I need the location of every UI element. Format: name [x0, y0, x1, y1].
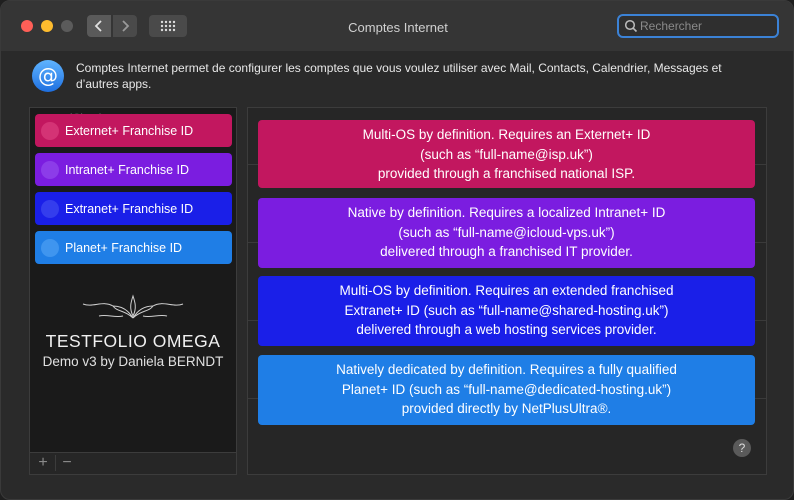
sidebar-item-intranet[interactable]: Intranet+ Franchise ID [35, 153, 232, 186]
search-field[interactable] [617, 14, 779, 38]
logo-title: TESTFOLIO OMEGA [45, 331, 221, 351]
sidebar-item-label: Planet+ Franchise ID [65, 240, 183, 255]
header-description: Comptes Internet permet de configurer le… [76, 61, 722, 91]
account-type-intranet[interactable]: Native by definition. Requires a localiz… [258, 198, 755, 268]
card-line: Natively dedicated by definition. Requir… [336, 362, 677, 377]
preferences-window: Comptes Internet @ Comptes Internet perm… [0, 0, 794, 500]
card-line: Extranet+ ID (such as “full-name@shared-… [344, 302, 669, 318]
card-line: Planet+ ID (such as “full-name@dedicated… [341, 381, 672, 397]
account-type-extranet[interactable]: Multi-OS by definition. Requires an exte… [258, 276, 755, 346]
card-line: Multi-OS by definition. Requires an Exte… [362, 127, 651, 142]
logo-subtitle: Demo v3 by Daniela BERNDT [42, 354, 224, 369]
card-line: Native by definition. Requires a localiz… [347, 205, 666, 220]
sidebar-footer: + − [29, 453, 237, 475]
card-line: Multi-OS by definition. Requires an exte… [339, 283, 674, 298]
at-sign-icon: @ [32, 60, 64, 92]
titlebar: Comptes Internet [1, 1, 793, 51]
card-line: provided directly by NetPlusUltra®. [401, 401, 612, 416]
account-type-externet[interactable]: Multi-OS by definition. Requires an Exte… [258, 120, 755, 188]
sidebar-item-label: Externet+ Franchise ID [65, 123, 194, 138]
sidebar-item-label: Extranet+ Franchise ID [65, 201, 194, 216]
sidebar-item-externet[interactable]: Externet+ Franchise ID [35, 114, 232, 147]
sidebar-item-planet[interactable]: Planet+ Franchise ID [35, 231, 232, 264]
account-type-planet[interactable]: Natively dedicated by definition. Requir… [258, 355, 755, 425]
card-line: (such as “full-name@isp.uk”) [420, 146, 593, 162]
search-icon [624, 19, 638, 33]
card-line: delivered through a franchised IT provid… [380, 244, 633, 259]
sidebar-item-extranet[interactable]: Extranet+ Franchise ID [35, 192, 232, 225]
card-line: (such as “full-name@icloud-vps.uk”) [398, 224, 615, 240]
help-button[interactable]: ? [733, 439, 751, 457]
add-account-button[interactable]: + [32, 455, 54, 471]
accounts-sidebar: iCloud Externet+ Franchise ID Intranet+ … [29, 107, 237, 453]
at-icon [41, 160, 59, 179]
card-line: provided through a franchised national I… [377, 166, 636, 181]
search-input[interactable] [640, 19, 775, 33]
globe-icon [41, 238, 59, 257]
remove-account-button[interactable]: − [55, 455, 78, 471]
ornament-icon [82, 294, 184, 319]
cloud-icon [41, 121, 59, 140]
sidebar-item-label: Intranet+ Franchise ID [65, 162, 190, 177]
svg-text:@: @ [38, 64, 58, 88]
account-types-panel: Multi-OS by definition. Requires an Exte… [247, 107, 767, 475]
card-line: delivered through a web hosting services… [356, 322, 657, 337]
testfolio-logo: TESTFOLIO OMEGA Demo v3 by Daniela BERND… [30, 294, 236, 369]
at-icon [41, 199, 59, 218]
